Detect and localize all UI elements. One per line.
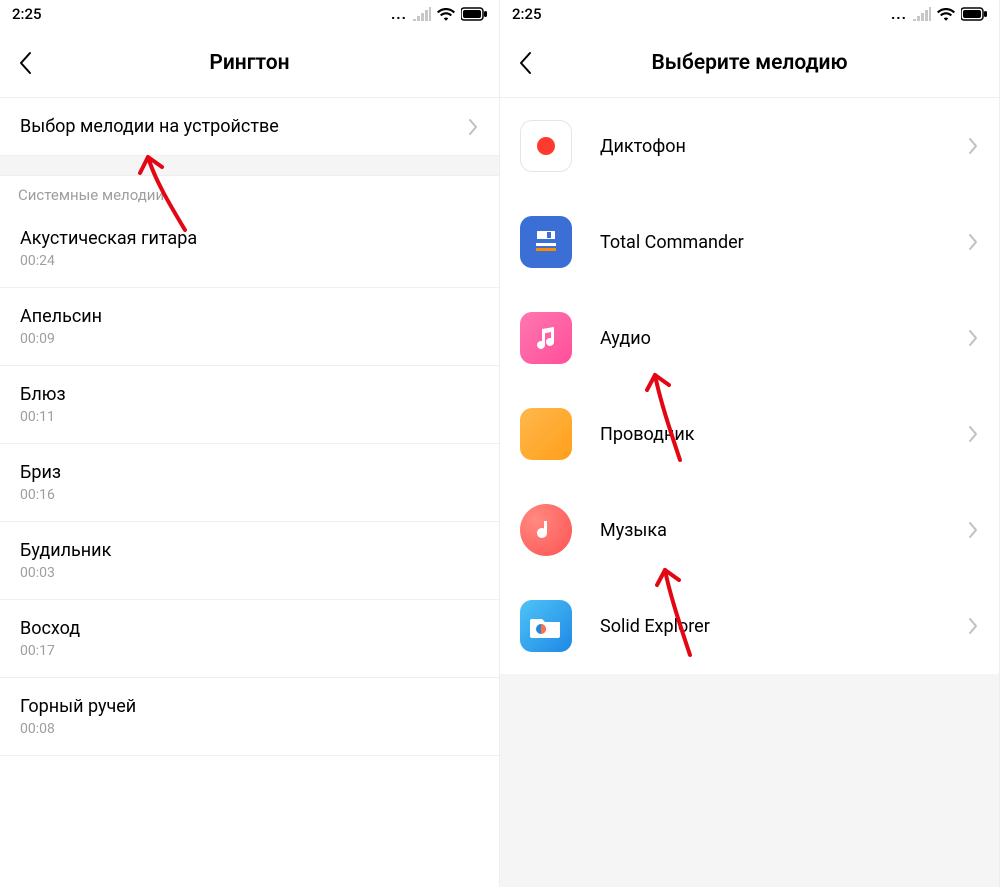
app-label: Проводник xyxy=(600,424,967,445)
screen-ringtone: 2:25 ... Рингтон Выбор мелодии на устрой… xyxy=(0,0,500,887)
nav-bar: Рингтон xyxy=(0,28,499,98)
chevron-right-icon xyxy=(967,520,979,540)
chevron-right-icon xyxy=(967,616,979,636)
page-title: Рингтон xyxy=(0,51,499,75)
ringtone-duration: 00:16 xyxy=(20,487,479,503)
signal-icon xyxy=(913,7,931,21)
page-title: Выберите мелодию xyxy=(500,51,999,75)
ringtone-name: Блюз xyxy=(20,384,479,405)
ringtone-duration: 00:24 xyxy=(20,253,479,269)
ringtone-duration: 00:17 xyxy=(20,643,479,659)
ringtone-name: Восход xyxy=(20,618,479,639)
section-gap xyxy=(0,156,499,176)
ringtone-row[interactable]: Апельсин 00:09 xyxy=(0,288,499,366)
recorder-icon xyxy=(520,120,572,172)
ringtone-row[interactable]: Акустическая гитара 00:24 xyxy=(0,210,499,288)
status-bar: 2:25 ... xyxy=(500,0,999,28)
pick-from-device-row[interactable]: Выбор мелодии на устройстве xyxy=(0,98,499,156)
section-label: Системные мелодии xyxy=(0,176,499,210)
screen-choose-melody: 2:25 ... Выберите мелодию Диктофон Total… xyxy=(500,0,1000,887)
status-dots: ... xyxy=(391,5,407,23)
ringtone-name: Акустическая гитара xyxy=(20,228,479,249)
status-bar: 2:25 ... xyxy=(0,0,499,28)
battery-icon xyxy=(961,7,987,21)
music-note-icon xyxy=(520,312,572,364)
app-label: Аудио xyxy=(600,328,967,349)
ringtone-name: Бриз xyxy=(20,462,479,483)
pick-from-device-label: Выбор мелодии на устройстве xyxy=(20,116,467,137)
ringtone-row[interactable]: Блюз 00:11 xyxy=(0,366,499,444)
wifi-icon xyxy=(437,7,455,21)
ringtone-row[interactable]: Восход 00:17 xyxy=(0,600,499,678)
ringtone-row[interactable]: Бриз 00:16 xyxy=(0,444,499,522)
app-file-explorer[interactable]: Проводник xyxy=(500,386,999,482)
back-button[interactable] xyxy=(0,38,50,88)
chevron-right-icon xyxy=(967,136,979,156)
chevron-right-icon xyxy=(967,424,979,444)
ringtone-name: Горный ручей xyxy=(20,696,479,717)
folder-icon xyxy=(520,408,572,460)
empty-area xyxy=(500,674,999,887)
ringtone-duration: 00:08 xyxy=(20,721,479,737)
music-app-icon xyxy=(520,504,572,556)
status-dots: ... xyxy=(891,5,907,23)
ringtone-name: Апельсин xyxy=(20,306,479,327)
battery-icon xyxy=(461,7,487,21)
wifi-icon xyxy=(937,7,955,21)
app-label: Solid Explorer xyxy=(600,616,967,637)
chevron-left-icon xyxy=(18,51,32,75)
app-solid-explorer[interactable]: Solid Explorer xyxy=(500,578,999,674)
signal-icon xyxy=(413,7,431,21)
ringtone-row[interactable]: Будильник 00:03 xyxy=(0,522,499,600)
app-audio[interactable]: Аудио xyxy=(500,290,999,386)
chevron-right-icon xyxy=(967,328,979,348)
ringtone-duration: 00:11 xyxy=(20,409,479,425)
ringtone-name: Будильник xyxy=(20,540,479,561)
app-total-commander[interactable]: Total Commander xyxy=(500,194,999,290)
app-recorder[interactable]: Диктофон xyxy=(500,98,999,194)
nav-bar: Выберите мелодию xyxy=(500,28,999,98)
status-time: 2:25 xyxy=(12,5,42,23)
ringtone-duration: 00:03 xyxy=(20,565,479,581)
status-icons: ... xyxy=(391,5,487,23)
solid-explorer-icon xyxy=(520,600,572,652)
ringtone-duration: 00:09 xyxy=(20,331,479,347)
app-music[interactable]: Музыка xyxy=(500,482,999,578)
ringtone-row[interactable]: Горный ручей 00:08 xyxy=(0,678,499,756)
app-label: Диктофон xyxy=(600,136,967,157)
app-label: Total Commander xyxy=(600,232,967,253)
chevron-right-icon xyxy=(967,232,979,252)
app-label: Музыка xyxy=(600,520,967,541)
chevron-right-icon xyxy=(467,117,479,137)
status-icons: ... xyxy=(891,5,987,23)
floppy-icon xyxy=(520,216,572,268)
status-time: 2:25 xyxy=(512,5,542,23)
back-button[interactable] xyxy=(500,38,550,88)
chevron-left-icon xyxy=(518,51,532,75)
